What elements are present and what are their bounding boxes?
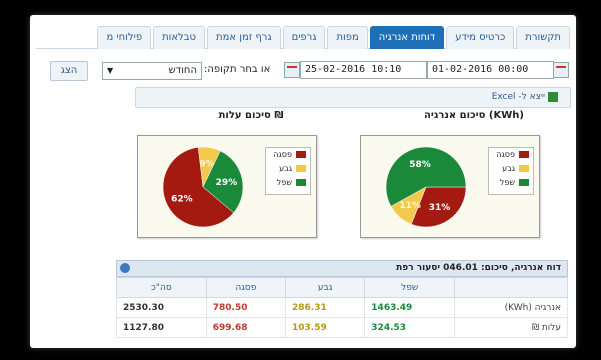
export-excel-button[interactable]: ייצא ל- Excel: [470, 90, 558, 104]
energy-pie-svg: 31% 11% 58%: [385, 146, 467, 228]
pie-label-offpeak: 58%: [409, 160, 431, 170]
table-row: עלות ₪ 324.53 103.59 699.68 1127.80: [116, 317, 568, 338]
excel-icon: [548, 91, 558, 102]
col-header-label: [454, 277, 568, 298]
cell-total: 2530.30: [116, 297, 207, 318]
cell-peak: 699.68: [205, 317, 287, 338]
table-title: דוח אנרגיה, סיכום: 046.01 יסעור רפת: [396, 263, 561, 273]
tab-info-card[interactable]: כרטיס מידע: [446, 26, 515, 49]
energy-report-table: דוח אנרגיה, סיכום: 046.01 יסעור רפת שפל …: [116, 260, 568, 338]
energy-chart-title: סיכום אנרגיה (KWh): [424, 110, 524, 121]
legend-shoulder: גבע: [489, 162, 533, 176]
pie-label-peak: 62%: [171, 194, 193, 204]
tab-communication[interactable]: תקשורת: [516, 26, 570, 49]
cost-chart-title: סיכום עלות ₪: [218, 110, 284, 121]
tab-energy-reports[interactable]: דוחות אנרגיה: [369, 26, 445, 49]
cell-shoulder: 103.59: [285, 317, 366, 338]
tab-realtime-graph[interactable]: גרף זמן אמת: [207, 26, 281, 49]
row-label: עלות ₪: [454, 317, 568, 338]
cost-legend: פסגה גבע שפל: [265, 147, 311, 195]
pie-label-offpeak: 29%: [216, 178, 238, 188]
legend-offpeak: שפל: [266, 176, 310, 190]
legend-peak: פסגה: [266, 148, 310, 162]
cell-peak: 780.50: [205, 297, 287, 318]
legend-shoulder: גבע: [266, 162, 310, 176]
tab-tables[interactable]: טבלאות: [153, 26, 206, 49]
period-select-value: החודש: [168, 65, 197, 76]
cost-chart: 62% 9% 29% פסגה גבע שפל: [137, 135, 317, 238]
col-header-offpeak: שפל: [364, 277, 455, 298]
col-header-peak: פסגה: [205, 277, 287, 298]
period-label: או בחר תקופה:: [204, 64, 271, 75]
legend-offpeak: שפל: [489, 176, 533, 190]
cost-pie-svg: 62%9%29%: [162, 146, 244, 228]
tab-maps[interactable]: מפות: [327, 26, 368, 49]
export-excel-label: ייצא ל- Excel: [491, 92, 545, 102]
tab-breakdowns[interactable]: פילוחי מ: [97, 26, 152, 49]
col-header-shoulder: גבע: [285, 277, 366, 298]
table-header-bar: דוח אנרגיה, סיכום: 046.01 יסעור רפת: [116, 260, 568, 277]
pie-label-shoulder: 11%: [399, 201, 421, 211]
date-to-field[interactable]: 25-02-2016 10:10: [300, 61, 427, 79]
calendar-icon-from[interactable]: [553, 62, 569, 78]
cell-total: 1127.80: [116, 317, 207, 338]
period-select[interactable]: החודש ▼: [102, 62, 202, 80]
export-bar: ייצא ל- Excel: [135, 87, 571, 108]
collapse-icon[interactable]: [120, 263, 130, 273]
tab-graphs[interactable]: גרפים: [282, 26, 326, 49]
tab-bar: תקשורת כרטיס מידע דוחות אנרגיה מפות גרפי…: [36, 26, 570, 49]
date-from-field[interactable]: 01-02-2016 00:00: [427, 61, 554, 79]
energy-legend: פסגה גבע שפל: [488, 147, 534, 195]
legend-peak: פסגה: [489, 148, 533, 162]
table-header-row: שפל גבע פסגה סה"כ: [116, 277, 568, 298]
table-row: אנרגיה (KWh) 1463.49 286.31 780.50 2530.…: [116, 297, 568, 318]
filter-bar: הצג החודש ▼ או בחר תקופה: 25-02-2016 10:…: [38, 61, 569, 81]
cell-shoulder: 286.31: [285, 297, 366, 318]
col-header-total: סה"כ: [116, 277, 207, 298]
main-panel: תקשורת כרטיס מידע דוחות אנרגיה מפות גרפי…: [30, 15, 576, 348]
energy-chart: 31% 11% 58% פסגה גבע שפל: [360, 135, 540, 238]
cell-offpeak: 1463.49: [364, 297, 455, 318]
pie-label-peak: 31%: [429, 203, 451, 213]
chevron-down-icon: ▼: [107, 66, 114, 75]
row-label: אנרגיה (KWh): [454, 297, 568, 318]
calendar-icon-to[interactable]: [284, 62, 300, 78]
cell-offpeak: 324.53: [364, 317, 455, 338]
show-button[interactable]: הצג: [50, 61, 88, 81]
